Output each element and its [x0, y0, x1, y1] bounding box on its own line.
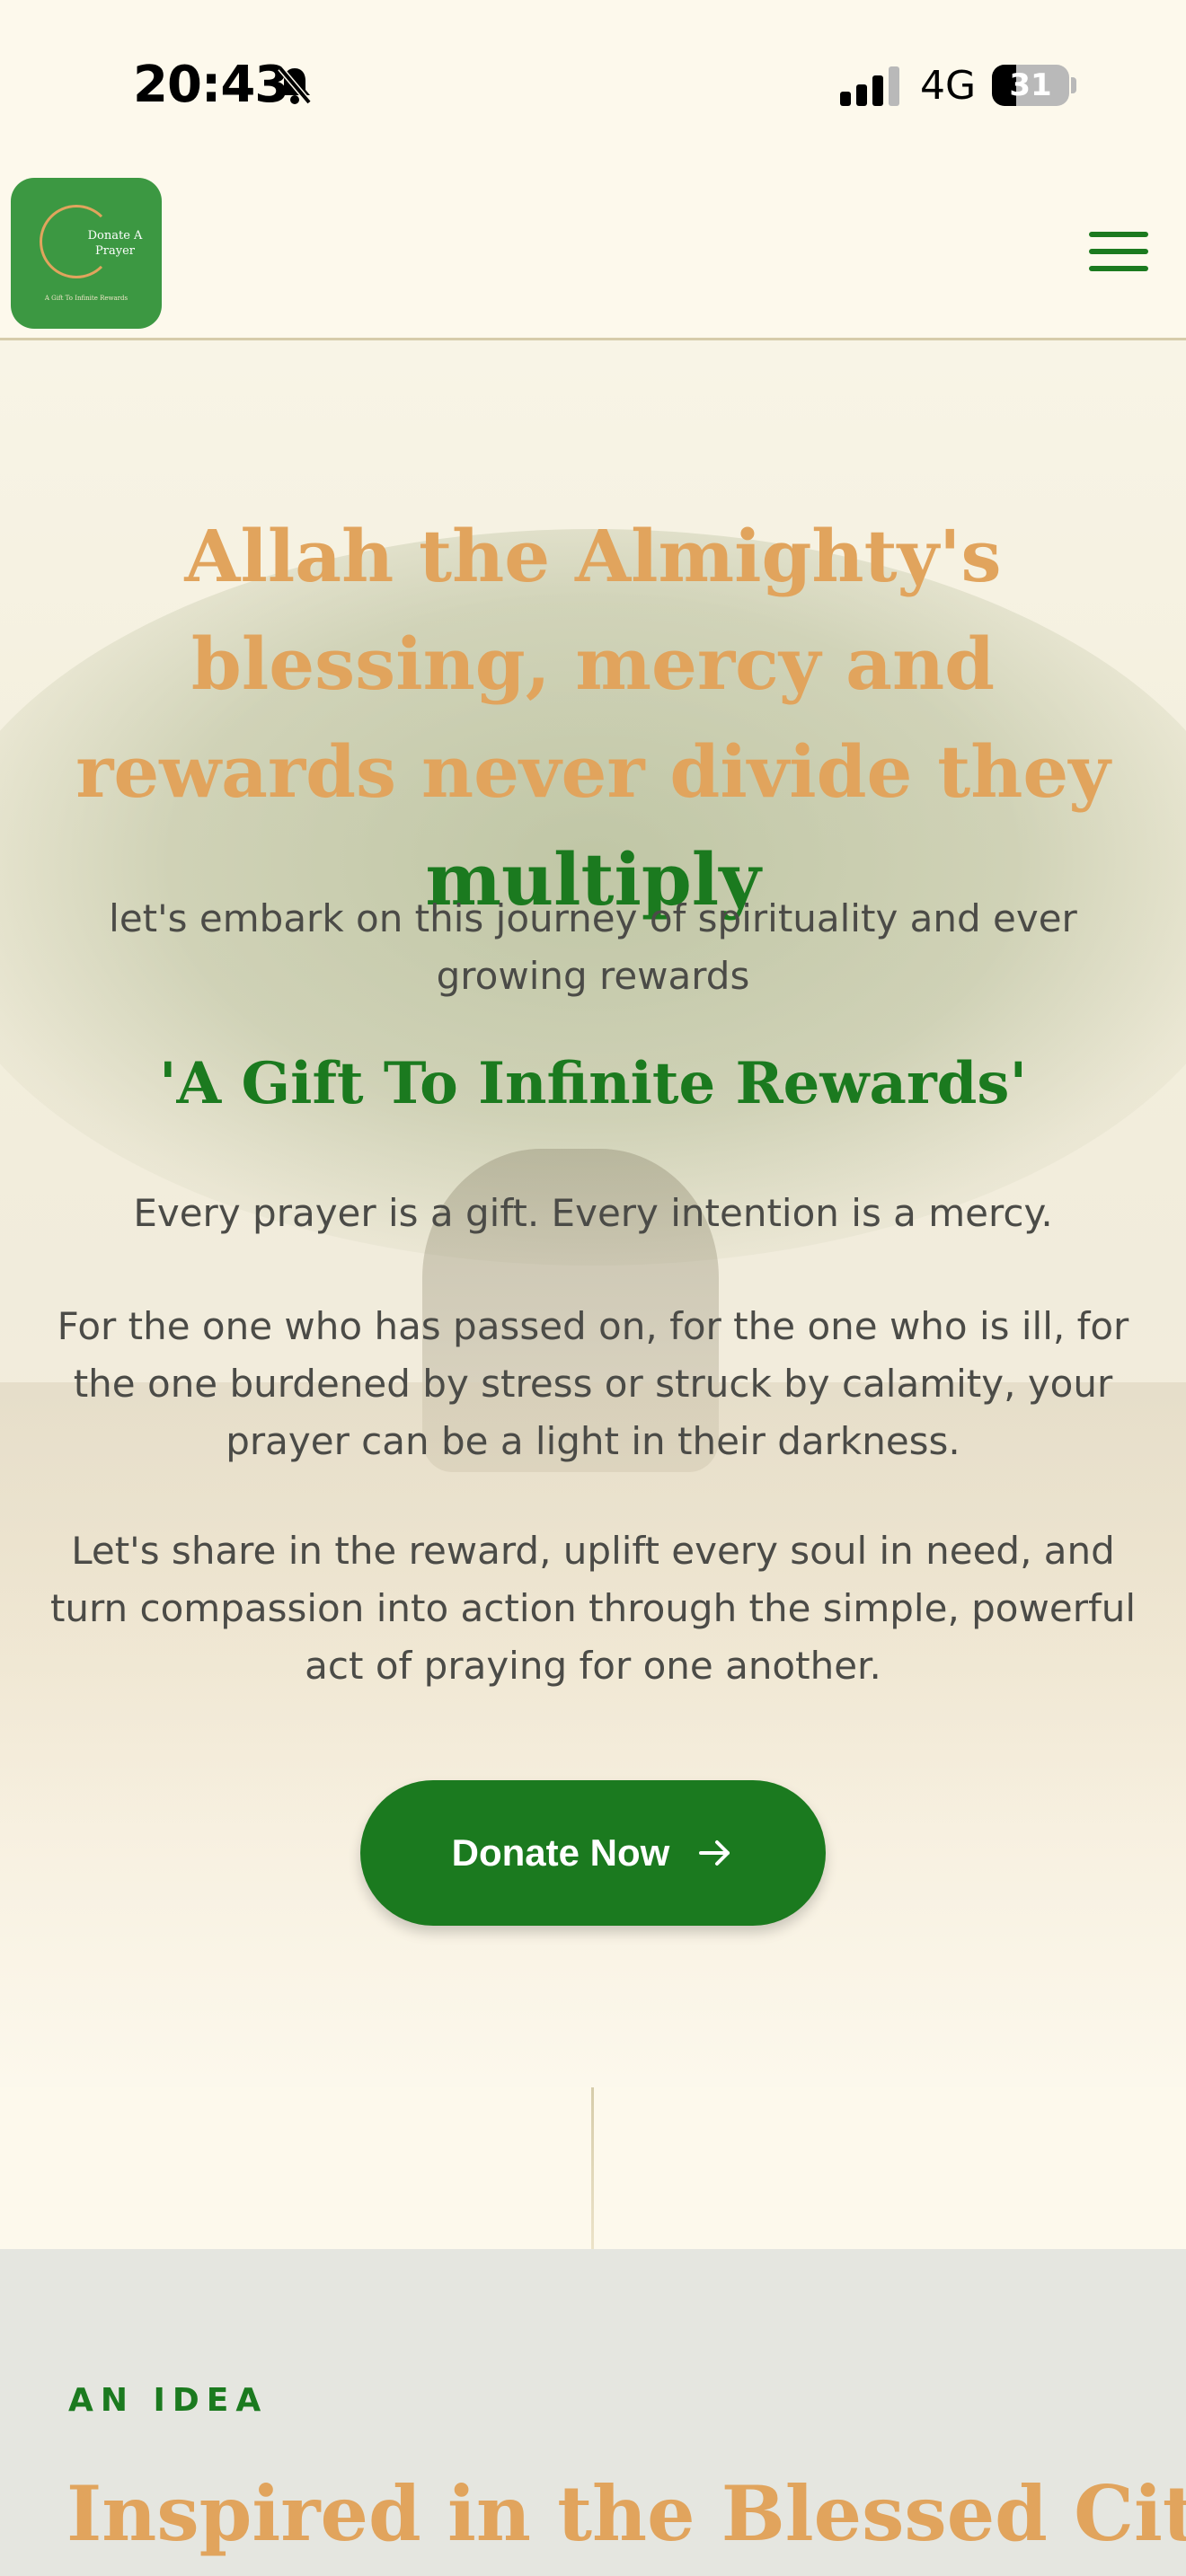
logo-title: Donate A Prayer — [79, 228, 151, 259]
battery-icon: 31 — [992, 65, 1069, 106]
arrow-right-icon — [699, 1840, 730, 1866]
donate-now-label: Donate Now — [451, 1831, 670, 1874]
hero-title: Allah the Almighty's blessing, mercy and… — [36, 502, 1150, 933]
status-time: 20:43 — [133, 56, 289, 114]
logo-title-line1: Donate A — [87, 229, 143, 243]
hero-paragraph-3: Let's share in the reward, uplift every … — [49, 1529, 1137, 1688]
hamburger-icon[interactable] — [1089, 232, 1148, 275]
logo[interactable]: Donate A Prayer A Gift To Infinite Rewar… — [11, 178, 162, 329]
hero-subtitle: let's embark on this journey of spiritua… — [109, 896, 1077, 998]
hero-paragraph-2: For the one who has passed on, for the o… — [57, 1304, 1129, 1463]
logo-title-line2: Prayer — [95, 244, 135, 258]
signal-icon — [840, 66, 901, 110]
battery-percent: 31 — [1009, 67, 1052, 103]
hero-title-main: Allah the Almighty's blessing, mercy and… — [75, 514, 1111, 814]
bell-slash-icon — [275, 63, 314, 110]
idea-section: AN IDEA Inspired in the Blessed City — [0, 2249, 1186, 2576]
divider-line — [591, 2087, 594, 2249]
site-header: Donate A Prayer A Gift To Infinite Rewar… — [0, 171, 1186, 340]
battery-cap — [1071, 77, 1076, 93]
status-bar: 20:43 4G 31 — [0, 0, 1186, 171]
logo-tagline: A Gift To Infinite Rewards — [44, 295, 128, 302]
hero-paragraph-1: Every prayer is a gift. Every intention … — [133, 1191, 1053, 1235]
idea-title: Inspired in the Blessed City — [66, 2469, 1186, 2558]
network-type: 4G — [920, 63, 977, 109]
section-divider — [0, 2087, 1186, 2249]
hero-section: Allah the Almighty's blessing, mercy and… — [0, 340, 1186, 2087]
idea-eyebrow: AN IDEA — [68, 2382, 269, 2419]
hero-quote: 'A Gift To Infinite Rewards' — [158, 1050, 1028, 1117]
donate-now-button[interactable]: Donate Now — [360, 1780, 826, 1926]
